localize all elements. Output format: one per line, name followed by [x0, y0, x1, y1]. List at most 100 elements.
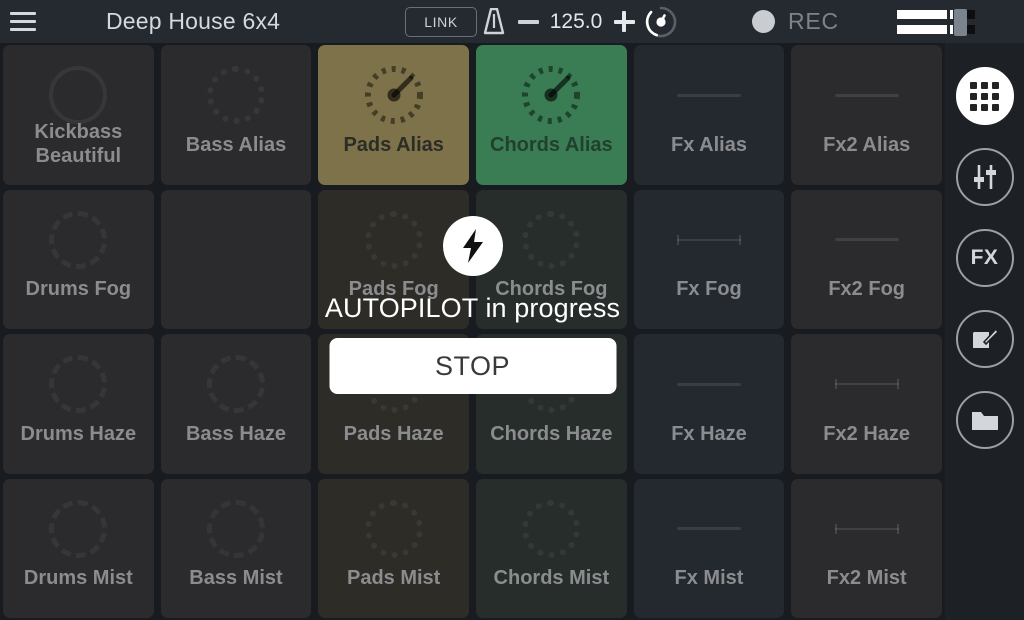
clip-cell[interactable] [160, 189, 312, 329]
clip-cell[interactable]: Bass Alias [160, 45, 312, 185]
clip-cell[interactable]: Fx2 Haze [791, 334, 942, 474]
clip-cell[interactable]: Fx Haze [633, 334, 785, 474]
fx-slider-icon [676, 523, 741, 535]
clip-label: Kickbass Beautiful [34, 120, 123, 167]
mixer-faders-icon[interactable] [897, 9, 975, 36]
fx-slider-bar [834, 527, 899, 530]
clip-cell[interactable]: Kickbass Beautiful [3, 45, 154, 185]
clip-dial-ring [161, 59, 312, 131]
faders-icon [973, 165, 996, 189]
clip-label: Chords Fog [495, 278, 608, 300]
side-rail: FX [945, 43, 1024, 620]
clip-cell[interactable]: Drums Mist [3, 478, 154, 618]
clip-dial-ring [3, 493, 154, 565]
page-title: Deep House 6x4 [106, 8, 281, 34]
clip-playhead-dial [476, 59, 627, 131]
dial-ring-icon [49, 499, 108, 558]
link-button[interactable]: LINK [405, 6, 477, 37]
dial-ring-icon [206, 499, 265, 558]
clip-cell[interactable]: Fx Fog [633, 189, 785, 329]
clip-cell[interactable]: Fx2 Mist [791, 478, 942, 618]
edit-view-button[interactable] [955, 310, 1014, 368]
clip-label: Bass Haze [185, 422, 287, 445]
clip-fx-slider [791, 59, 942, 131]
dial-ring-icon [49, 355, 108, 413]
clip-label: Fx Mist [674, 567, 744, 589]
hamburger-menu-icon[interactable] [0, 0, 46, 43]
files-view-button[interactable] [955, 391, 1014, 449]
fx-slider-bar [834, 93, 899, 97]
record-circle-icon [752, 10, 775, 33]
clip-label: Drums Haze [20, 422, 137, 445]
dial-ring-icon [49, 66, 108, 124]
dial-ring-icon [364, 210, 423, 269]
clip-cell[interactable]: Bass Haze [160, 334, 312, 474]
clip-dial-ring [318, 493, 469, 565]
clip-label: Drums Fog [25, 278, 132, 300]
bpm-decrease-button[interactable] [511, 0, 545, 43]
fx-slider-bar [676, 238, 741, 241]
folder-icon [971, 412, 998, 430]
clip-cell[interactable]: Fx Alias [633, 45, 785, 185]
record-label: REC [788, 8, 839, 34]
clip-fx-slider [791, 493, 942, 565]
clip-cell[interactable]: Drums Haze [3, 334, 154, 474]
fx-text-icon: FX [970, 246, 999, 269]
grid-icon [970, 81, 999, 111]
fx-slider-bar [676, 527, 741, 530]
clip-label: Pads Alias [343, 133, 444, 156]
hamburger-line [10, 28, 36, 31]
clip-cell[interactable]: Chords Alias [476, 45, 627, 185]
bpm-value[interactable]: 125.0 [545, 10, 607, 34]
mixer-view-button[interactable] [955, 148, 1014, 206]
clip-label: Pads Fog [348, 278, 439, 300]
clip-cell[interactable]: Pads Mist [318, 478, 469, 618]
clip-fx-slider [634, 493, 785, 565]
hamburger-line [10, 12, 36, 15]
clip-label: Bass Alias [185, 133, 287, 156]
clip-label: Pads Mist [346, 567, 441, 589]
clip-dial-ring [3, 204, 154, 276]
clip-label: Fx2 Fog [828, 278, 905, 300]
hamburger-line [10, 20, 36, 23]
dial-ring-icon [522, 210, 581, 269]
clip-fx-slider [791, 348, 942, 420]
bpm-increase-button[interactable] [607, 0, 641, 43]
clip-fx-slider [634, 204, 785, 276]
tap-tempo-dial-icon[interactable] [641, 0, 681, 43]
fx-slider-bar [676, 382, 741, 386]
clip-label: Bass Mist [189, 567, 283, 589]
record-button[interactable]: REC [752, 0, 839, 43]
clip-cell[interactable]: Pads Fog [318, 189, 469, 329]
top-bar: Deep House 6x4 LINK 125.0 REC [0, 0, 1024, 43]
fx-slider-icon [676, 234, 741, 246]
clip-label: Fx2 Mist [826, 567, 907, 589]
fx-slider-icon [834, 89, 899, 101]
clip-cell[interactable]: Chords Fog [476, 189, 627, 329]
fx-view-button[interactable]: FX [955, 229, 1014, 287]
clip-cell[interactable]: Drums Fog [3, 189, 154, 329]
dial-ring-icon [364, 499, 423, 558]
clip-fx-slider [634, 59, 785, 131]
clip-cell[interactable]: Fx Mist [633, 478, 785, 618]
clip-label: Drums Mist [23, 567, 133, 589]
app-root: Deep House 6x4 LINK 125.0 REC Kickbass B… [0, 0, 1024, 620]
metronome-icon[interactable] [477, 0, 511, 43]
clip-cell[interactable]: Fx2 Fog [791, 189, 942, 329]
clip-label: Chords Alias [490, 133, 613, 156]
fx-slider-icon [676, 89, 741, 101]
grid-view-button[interactable] [955, 67, 1014, 125]
clip-cell[interactable]: Bass Mist [160, 478, 312, 618]
fx-slider-bar [834, 238, 899, 241]
clip-label: Chords Haze [490, 422, 613, 445]
clip-label: Chords Mist [493, 567, 610, 589]
stop-button[interactable]: STOP [329, 338, 616, 394]
fx-slider-icon [834, 523, 899, 535]
clip-label: Fx2 Haze [823, 422, 911, 445]
fx-slider-bar [676, 93, 741, 97]
clip-cell[interactable]: Chords Mist [476, 478, 627, 618]
clip-cell[interactable]: Pads Alias [318, 45, 469, 185]
clip-cell[interactable]: Fx2 Alias [791, 45, 942, 185]
dial-ring-icon [206, 355, 265, 413]
clip-dial-ring [318, 204, 469, 276]
